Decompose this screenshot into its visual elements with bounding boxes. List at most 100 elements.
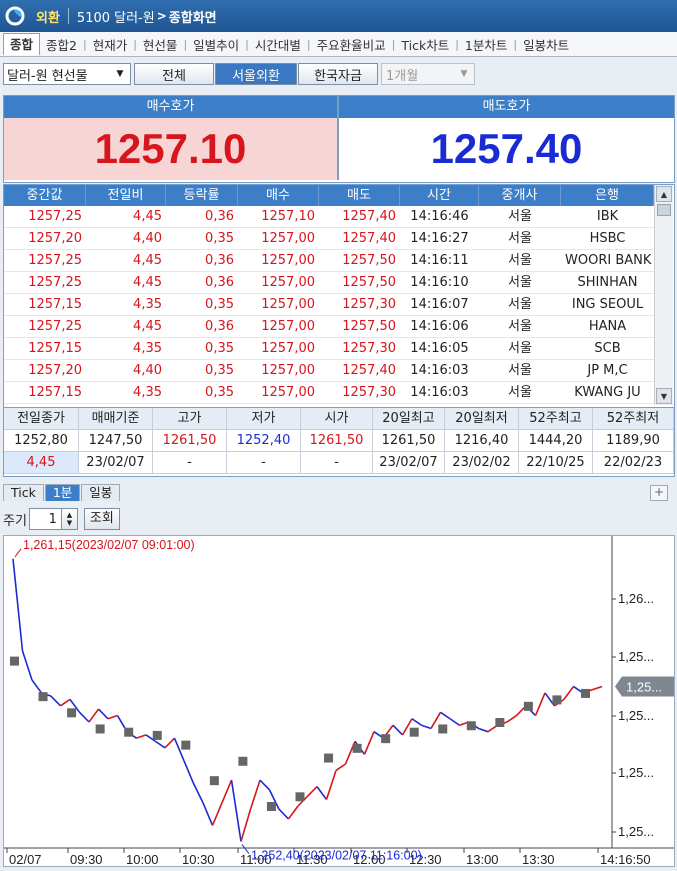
summary-value-cell: 1261,50	[301, 430, 373, 452]
summary-date-cell: 22/02/23	[593, 452, 674, 474]
summary-header-cell: 52주최고	[519, 408, 593, 430]
x-tick-label: 10:30	[182, 852, 215, 866]
chart-tab-tick[interactable]: Tick	[3, 484, 44, 501]
term-select[interactable]: 1개월 ▼	[381, 63, 475, 85]
summary-header-cell: 매매기준	[79, 408, 153, 430]
summary-date-cell: 22/10/25	[519, 452, 593, 474]
chart-tab-1min[interactable]: 1분	[44, 484, 81, 501]
price-segment	[183, 760, 195, 784]
table-row[interactable]: 1257,15 4,35 0,35 1257,00 1257,30 14:16:05 서울 S…	[4, 338, 654, 360]
table-row[interactable]: 1257,15 4,35 0,35 1257,00 1257,30 14:16:07 서울 I…	[4, 294, 654, 316]
cell-bank: IBK	[596, 209, 619, 224]
cell-mid: 1257,25	[28, 209, 82, 224]
price-marker	[209, 776, 219, 786]
tab-summary[interactable]: 종합	[3, 33, 41, 55]
price-segment	[221, 779, 233, 804]
price-segment	[306, 786, 318, 797]
instrument-select[interactable]: 달러-원 현선물 ▼	[3, 63, 131, 85]
cell-rate: 0,36	[205, 319, 234, 334]
table-row[interactable]: 1257,20 4,40 0,35 1257,00 1257,40 14:16:27 서울 H…	[4, 228, 654, 250]
cell-bid: 1257,00	[261, 253, 315, 268]
filter-seoul-fx-button[interactable]: 서울외환	[215, 63, 297, 85]
cell-mid: 1257,15	[28, 385, 82, 400]
cell-time: 14:16:46	[410, 209, 469, 224]
screen-tab-bar: 종합 종합2 | 현재가 | 현선물 | 일별추이 | 시간대별 | 주요환율비교 | Ti…	[0, 32, 677, 57]
cell-broker: 서울	[508, 341, 532, 356]
x-tick-label: 13:30	[522, 852, 555, 866]
price-segment	[240, 809, 252, 842]
price-marker	[466, 721, 476, 731]
price-chart[interactable]: 1,26... 1,25... 1,25... 1,25... 1,25... 1,25.…	[3, 535, 675, 867]
summary-value-cell: 1252,40	[227, 430, 301, 452]
title-separator	[67, 8, 69, 24]
query-button[interactable]: 조회	[83, 508, 120, 530]
cell-mid: 1257,25	[28, 253, 82, 268]
chart-tab-daily[interactable]: 일봉	[81, 484, 121, 501]
tick-table-scrollbar[interactable]: ▲ ▼	[654, 185, 673, 405]
summary-header-cell: 52주최저	[593, 408, 674, 430]
tab-spot-futures[interactable]: 현선물	[137, 35, 184, 54]
price-marker	[438, 724, 448, 734]
period-stepper[interactable]: ▲ ▼	[61, 508, 78, 530]
summary-value-cell: 1444,20	[519, 430, 593, 452]
summary-value-cell: 1252,80	[4, 430, 79, 452]
cell-time: 14:16:07	[410, 297, 469, 312]
cell-bank: KWANG JU	[574, 385, 641, 400]
tab-current-price[interactable]: 현재가	[87, 35, 134, 54]
tab-daily-trend[interactable]: 일별추이	[187, 35, 245, 54]
cell-bank: SHINHAN	[577, 275, 638, 290]
period-input[interactable]: 1	[28, 508, 62, 530]
cell-bank: ING SEOUL	[571, 297, 644, 312]
scroll-thumb[interactable]	[657, 204, 671, 216]
price-marker	[523, 701, 533, 711]
tab-major-fx[interactable]: 주요환율비교	[311, 35, 392, 54]
price-marker	[10, 656, 19, 666]
table-row[interactable]: 1257,25 4,45 0,36 1257,10 1257,40 14:16:46 서울 I…	[4, 206, 654, 228]
tab-1min-chart[interactable]: 1분차트	[459, 35, 513, 54]
scroll-up-icon[interactable]: ▲	[656, 186, 672, 202]
price-segment	[363, 731, 375, 755]
bid-label: 매수호가	[4, 96, 337, 118]
filter-all-button[interactable]: 전체	[134, 63, 214, 85]
summary-header-cell: 20일최저	[445, 408, 519, 430]
cell-change: 4,35	[133, 341, 162, 356]
scroll-down-icon[interactable]: ▼	[656, 388, 672, 404]
table-row[interactable]: 1257,15 4,35 0,35 1257,00 1257,30 14:16:03 서울 K…	[4, 382, 654, 404]
tab-tick-chart[interactable]: Tick차트	[395, 35, 455, 54]
price-segment	[230, 780, 242, 842]
summary-value-cell: 1261,50	[373, 430, 445, 452]
stepper-down-icon[interactable]: ▼	[67, 519, 72, 527]
chevron-down-icon: ▼	[116, 69, 124, 79]
price-marker	[352, 743, 362, 753]
cell-time: 14:16:03	[410, 385, 469, 400]
price-segment	[60, 698, 71, 707]
cell-change: 4,40	[133, 231, 162, 246]
cell-time: 14:16:05	[410, 341, 469, 356]
screen-code-title: 5100 달러-원	[76, 10, 155, 26]
table-row[interactable]: 1257,20 4,40 0,35 1257,00 1257,40 14:16:03 서울 J…	[4, 360, 654, 382]
menu-category[interactable]: 외환	[36, 7, 60, 26]
table-row[interactable]: 1257,25 4,45 0,36 1257,00 1257,50 14:16:10 서울 S…	[4, 272, 654, 294]
cell-change: 4,45	[133, 209, 162, 224]
table-row[interactable]: 1257,25 4,45 0,36 1257,00 1257,50 14:16:06 서울 H…	[4, 316, 654, 338]
summary-header-cell: 전일종가	[4, 408, 79, 430]
cell-ask: 1257,40	[342, 231, 396, 246]
tab-daily-chart[interactable]: 일봉차트	[517, 35, 575, 54]
y-tick-label: 1,25...	[618, 824, 654, 839]
table-row[interactable]: 1257,25 4,45 0,36 1257,00 1257,50 14:16:11 서울 W…	[4, 250, 654, 272]
tab-summary2[interactable]: 종합2	[40, 35, 83, 54]
stepper-up-icon[interactable]: ▲	[67, 511, 72, 519]
cell-time: 14:16:11	[410, 253, 469, 268]
cell-bid: 1257,00	[261, 319, 315, 334]
add-icon[interactable]: +	[650, 485, 668, 501]
price-segment	[325, 770, 337, 800]
cell-rate: 0,35	[205, 231, 234, 246]
cell-bank: HSBC	[589, 231, 626, 246]
filter-korea-money-button[interactable]: 한국자금	[298, 63, 378, 85]
tab-by-time[interactable]: 시간대별	[249, 35, 307, 54]
price-segment	[259, 779, 271, 791]
price-segment	[136, 734, 147, 739]
cell-broker: 서울	[508, 253, 532, 268]
price-segment	[534, 692, 546, 716]
bid-price: 1257.10	[4, 118, 337, 180]
